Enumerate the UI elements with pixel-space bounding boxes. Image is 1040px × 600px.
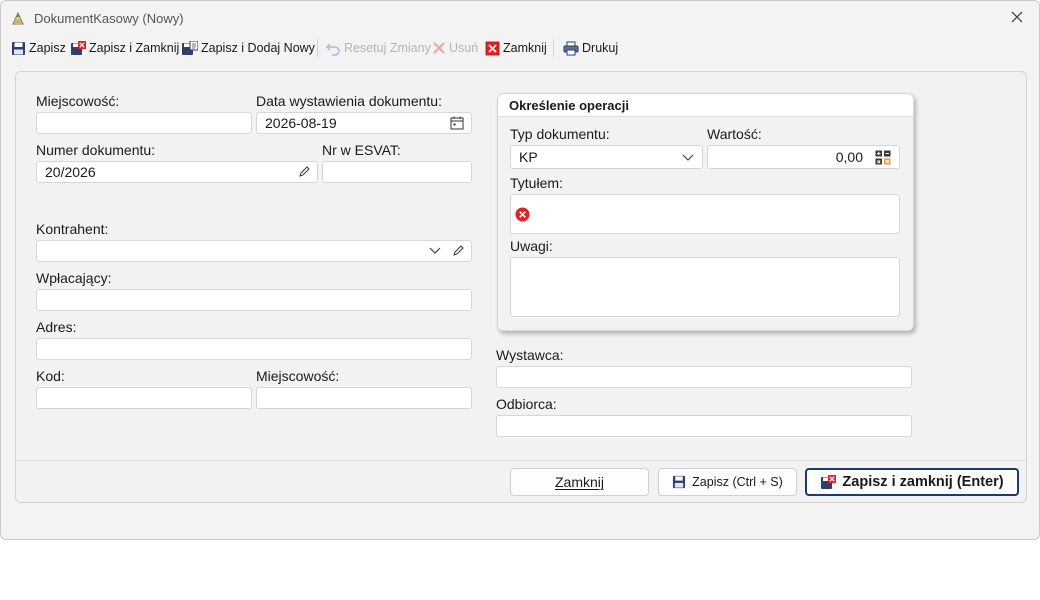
city2-label: Miejscowość: (256, 368, 340, 384)
issue-date-picker[interactable]: 2026-08-19 (256, 112, 472, 134)
close-icon[interactable] (1009, 9, 1025, 25)
address-input[interactable] (36, 338, 472, 360)
undo-icon (326, 42, 340, 56)
esvat-input[interactable] (322, 161, 472, 183)
operation-group-body: Typ dokumentu: KP Wartość: 0,00 Tytułem:… (498, 117, 913, 330)
issuer-input[interactable] (496, 366, 912, 388)
operation-group: Określenie operacji Typ dokumentu: KP Wa… (497, 93, 914, 331)
toolbar-save-label: Zapisz (29, 41, 66, 55)
toolbar-delete-button[interactable]: Usuń (432, 37, 478, 59)
doc-type-select[interactable]: KP (510, 145, 703, 169)
payer-label: Wpłacający: (36, 270, 112, 286)
footer-divider (16, 460, 1026, 461)
form-panel: Miejscowość: Data wystawienia dokumentu:… (15, 71, 1027, 503)
close-button-label: Zamknij (554, 474, 604, 490)
toolbar-save-button[interactable]: Zapisz (11, 37, 66, 59)
floppy-disk-icon (673, 475, 686, 489)
delete-x-icon (433, 42, 445, 54)
save-new-icon (182, 40, 198, 55)
doc-number-label: Numer dokumentu: (36, 142, 156, 158)
notes-textarea[interactable] (510, 257, 900, 317)
toolbar-close-label: Zamknij (503, 41, 547, 55)
calendar-icon[interactable] (450, 116, 464, 130)
toolbar-save-close-label: Zapisz i Zamknij (89, 41, 180, 55)
save-close-button[interactable]: Zapisz i zamknij (Enter) (805, 468, 1019, 496)
toolbar-delete-label: Usuń (449, 41, 479, 55)
doc-type-label: Typ dokumentu: (510, 126, 610, 142)
issue-date-value: 2026-08-19 (265, 115, 337, 131)
window-title: DokumentKasowy (Nowy) (34, 11, 184, 26)
issuer-label: Wystawca: (496, 347, 564, 363)
error-icon (515, 207, 530, 222)
doc-type-value: KP (519, 149, 538, 165)
save-close-icon (821, 474, 837, 489)
pencil-icon[interactable] (452, 244, 465, 257)
subject-textarea[interactable] (510, 194, 900, 234)
notes-label: Uwagi: (510, 238, 553, 254)
city-input[interactable] (36, 112, 252, 134)
app-icon (12, 11, 24, 25)
toolbar-save-new-label: Zapisz i Dodaj Nowy (201, 41, 315, 55)
save-close-icon (71, 40, 86, 55)
toolbar-separator (553, 39, 554, 57)
toolbar-close-button[interactable]: Zamknij (485, 37, 547, 59)
save-button-label: Zapisz (Ctrl + S) (692, 475, 783, 489)
address-label: Adres: (36, 319, 77, 335)
toolbar-save-close-button[interactable]: Zapisz i Zamknij (70, 37, 179, 59)
floppy-disk-icon (12, 41, 25, 55)
printer-icon (563, 41, 579, 55)
esvat-label: Nr w ESVAT: (322, 142, 401, 158)
toolbar-separator (317, 39, 318, 57)
toolbar: Zapisz Zapisz i Zamknij Zapisz i Dodaj N… (1, 37, 1039, 61)
close-red-icon (485, 41, 500, 55)
postal-code-input[interactable] (36, 387, 252, 409)
save-close-button-label: Zapisz i zamknij (Enter) (842, 474, 1004, 490)
close-button[interactable]: Zamknij (510, 468, 649, 496)
doc-number-input[interactable]: 20/2026 (36, 161, 318, 183)
contractor-combobox[interactable] (36, 240, 472, 262)
title-bar: DokumentKasowy (Nowy) (1, 1, 1039, 35)
receiver-label: Odbiorca: (496, 396, 557, 412)
city2-input[interactable] (256, 387, 472, 409)
city-label: Miejscowość: (36, 93, 120, 109)
save-button[interactable]: Zapisz (Ctrl + S) (658, 468, 797, 496)
toolbar-reset-button[interactable]: Resetuj Zmiany (326, 37, 431, 59)
chevron-down-icon[interactable] (429, 246, 441, 256)
toolbar-print-label: Drukuj (582, 41, 619, 55)
pencil-icon[interactable] (298, 165, 311, 178)
payer-input[interactable] (36, 289, 472, 311)
amount-label: Wartość: (707, 126, 762, 142)
receiver-input[interactable] (496, 415, 912, 437)
contractor-label: Kontrahent: (36, 221, 109, 237)
toolbar-reset-label: Resetuj Zmiany (344, 41, 431, 55)
operation-group-title: Określenie operacji (509, 98, 629, 113)
amount-value: 0,00 (835, 149, 863, 165)
toolbar-save-new-button[interactable]: Zapisz i Dodaj Nowy (181, 37, 315, 59)
subject-label: Tytułem: (510, 175, 563, 191)
calculator-icon[interactable] (875, 150, 891, 165)
amount-input[interactable]: 0,00 (707, 145, 900, 169)
dialog-window: DokumentKasowy (Nowy) Zapisz Zapisz i Za… (0, 0, 1040, 540)
postal-code-label: Kod: (36, 368, 65, 384)
toolbar-print-button[interactable]: Drukuj (563, 37, 618, 59)
chevron-down-icon[interactable] (682, 153, 694, 163)
issue-date-label: Data wystawienia dokumentu: (256, 93, 442, 109)
doc-number-value: 20/2026 (45, 164, 96, 180)
